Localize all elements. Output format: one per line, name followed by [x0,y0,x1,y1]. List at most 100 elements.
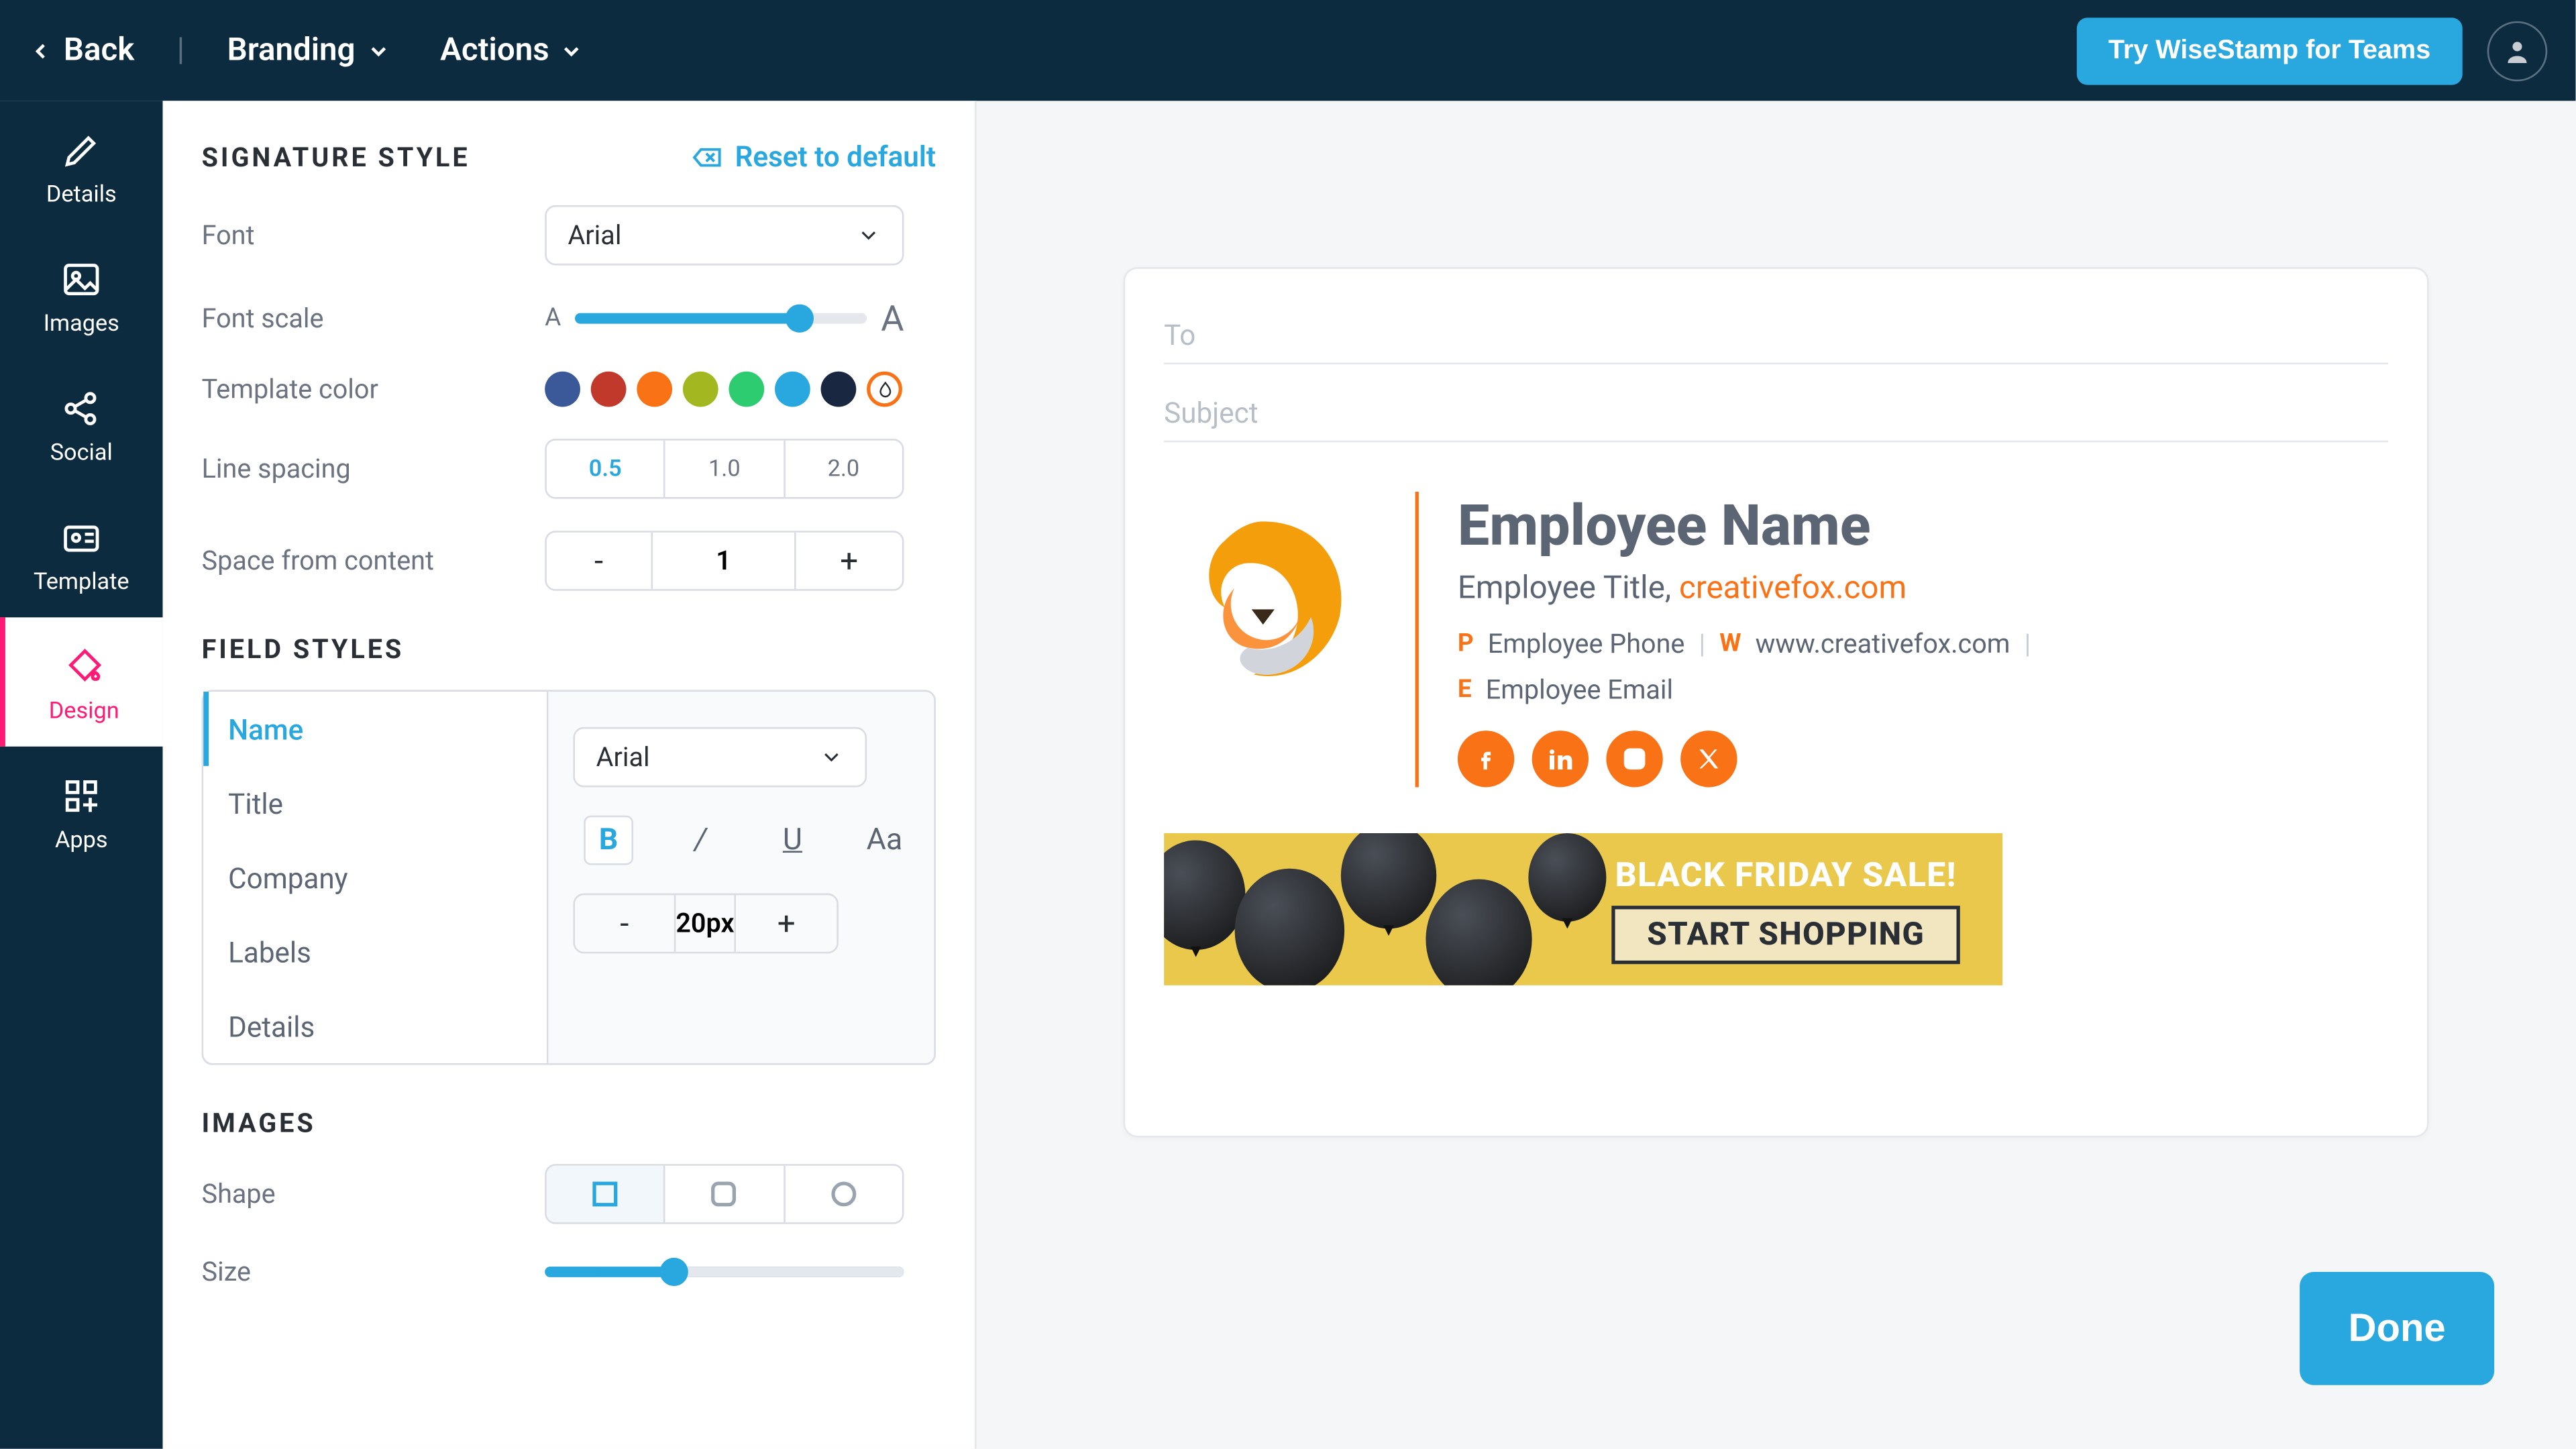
company-link[interactable]: creativefox.com [1679,570,1907,606]
erase-icon [692,144,724,169]
field-tab-title[interactable]: Title [203,766,547,841]
done-button[interactable]: Done [2300,1272,2494,1385]
format-bold-button[interactable]: B [584,816,633,865]
facebook-icon[interactable] [1458,731,1514,787]
space-from-content-stepper: - 1 + [545,531,904,591]
nav-apps[interactable]: Apps [0,747,163,876]
try-teams-button[interactable]: Try WiseStamp for Teams [2076,17,2462,84]
reset-to-default-link[interactable]: Reset to default [692,140,936,173]
stepper-minus[interactable]: - [547,533,653,589]
field-tab-name[interactable]: Name [203,692,547,766]
size-label: Size [202,1256,545,1287]
color-swatch[interactable] [775,372,810,407]
color-swatch[interactable] [821,372,857,407]
phone-label: P [1458,630,1474,658]
drop-icon [875,380,894,399]
field-font-select[interactable]: Arial [573,727,867,788]
x-twitter-icon[interactable] [1680,731,1737,787]
stepper-minus[interactable]: - [575,895,676,951]
web-label: W [1719,630,1741,658]
image-shape-segment [545,1164,904,1224]
font-value: Arial [568,219,621,251]
to-field[interactable]: To [1164,308,2388,364]
back-label: Back [64,32,134,68]
space-from-content-label: Space from content [202,545,545,576]
shape-label: Shape [202,1178,545,1210]
actions-label: Actions [440,32,549,68]
linkedin-icon[interactable] [1532,731,1589,787]
nav-design[interactable]: Design [0,617,163,747]
line-spacing-05[interactable]: 0.5 [547,441,666,497]
signature-style-heading: SIGNATURE STYLE [202,141,470,172]
left-nav: Details Images Social Template Design Ap… [0,101,163,1448]
color-swatch[interactable] [545,372,580,407]
field-tab-details[interactable]: Details [203,989,547,1063]
web-value: www.creativefox.com [1756,628,2010,659]
employee-name: Employee Name [1458,492,2031,559]
color-swatch[interactable] [729,372,764,407]
line-spacing-20[interactable]: 2.0 [785,441,902,497]
pencil-icon [60,129,103,172]
square-icon [593,1182,618,1207]
reset-label: Reset to default [735,140,936,173]
scale-small-a: A [545,305,561,333]
branding-label: Branding [227,32,356,68]
promo-banner[interactable]: BLACK FRIDAY SALE! START SHOPPING [1164,833,2002,985]
line-spacing-segment: 0.5 1.0 2.0 [545,439,904,499]
actions-dropdown[interactable]: Actions [440,32,584,68]
image-size-slider[interactable] [545,1267,904,1277]
id-card-icon [60,517,103,559]
separator: | [1699,628,1706,659]
stepper-value: 1 [653,533,796,589]
nav-template[interactable]: Template [0,488,163,618]
email-preview-card: To Subject Employee Name [1123,267,2428,1137]
color-swatch[interactable] [591,372,627,407]
stepper-plus[interactable]: + [796,533,902,589]
field-styles-heading: FIELD STYLES [202,633,936,665]
rounded-square-icon [712,1182,737,1207]
chevron-down-icon [366,38,390,63]
color-picker-swatch[interactable] [867,372,902,407]
nav-social[interactable]: Social [0,359,163,488]
profile-avatar[interactable] [2487,20,2548,80]
paint-bucket-icon [63,646,105,688]
nav-template-label: Template [34,570,129,596]
email-label: E [1458,676,1472,704]
color-swatch[interactable] [637,372,672,407]
instagram-icon[interactable] [1606,731,1662,787]
scale-large-a: A [881,297,904,339]
field-tab-company[interactable]: Company [203,841,547,915]
format-italic-button[interactable]: / [676,816,725,865]
field-font-value: Arial [596,741,650,773]
chevron-down-icon [819,745,844,769]
font-scale-slider[interactable] [575,313,867,324]
field-styles-box: Name Title Company Labels Details Arial … [202,690,936,1065]
branding-dropdown[interactable]: Branding [227,32,391,68]
social-icons [1458,731,2031,787]
shape-rounded[interactable] [665,1166,785,1222]
field-size-stepper: - 20px + [573,894,839,954]
font-select[interactable]: Arial [545,205,904,266]
format-underline-button[interactable]: U [767,816,817,865]
format-case-button[interactable]: Aa [860,816,910,865]
images-heading: IMAGES [202,1108,936,1139]
back-button[interactable]: Back [28,32,134,68]
nav-details[interactable]: Details [0,101,163,230]
apps-icon [60,775,103,817]
font-scale-label: Font scale [202,303,545,334]
subject-field[interactable]: Subject [1164,386,2388,442]
shape-square[interactable] [547,1166,666,1222]
separator: | [2025,628,2031,659]
shape-circle[interactable] [785,1166,902,1222]
design-panel: SIGNATURE STYLE Reset to default Font Ar… [163,101,977,1448]
nav-images[interactable]: Images [0,230,163,360]
color-swatch[interactable] [683,372,718,407]
top-bar: Back | Branding Actions Try WiseStamp fo… [0,0,2575,101]
stepper-plus[interactable]: + [736,895,837,951]
line-spacing-10[interactable]: 1.0 [665,441,785,497]
signature-body: Employee Name Employee Title, creativefo… [1164,492,2388,787]
template-color-label: Template color [202,373,545,405]
template-color-swatches [545,372,936,407]
banner-cta[interactable]: START SHOPPING [1612,906,1960,964]
field-tab-labels[interactable]: Labels [203,914,547,989]
